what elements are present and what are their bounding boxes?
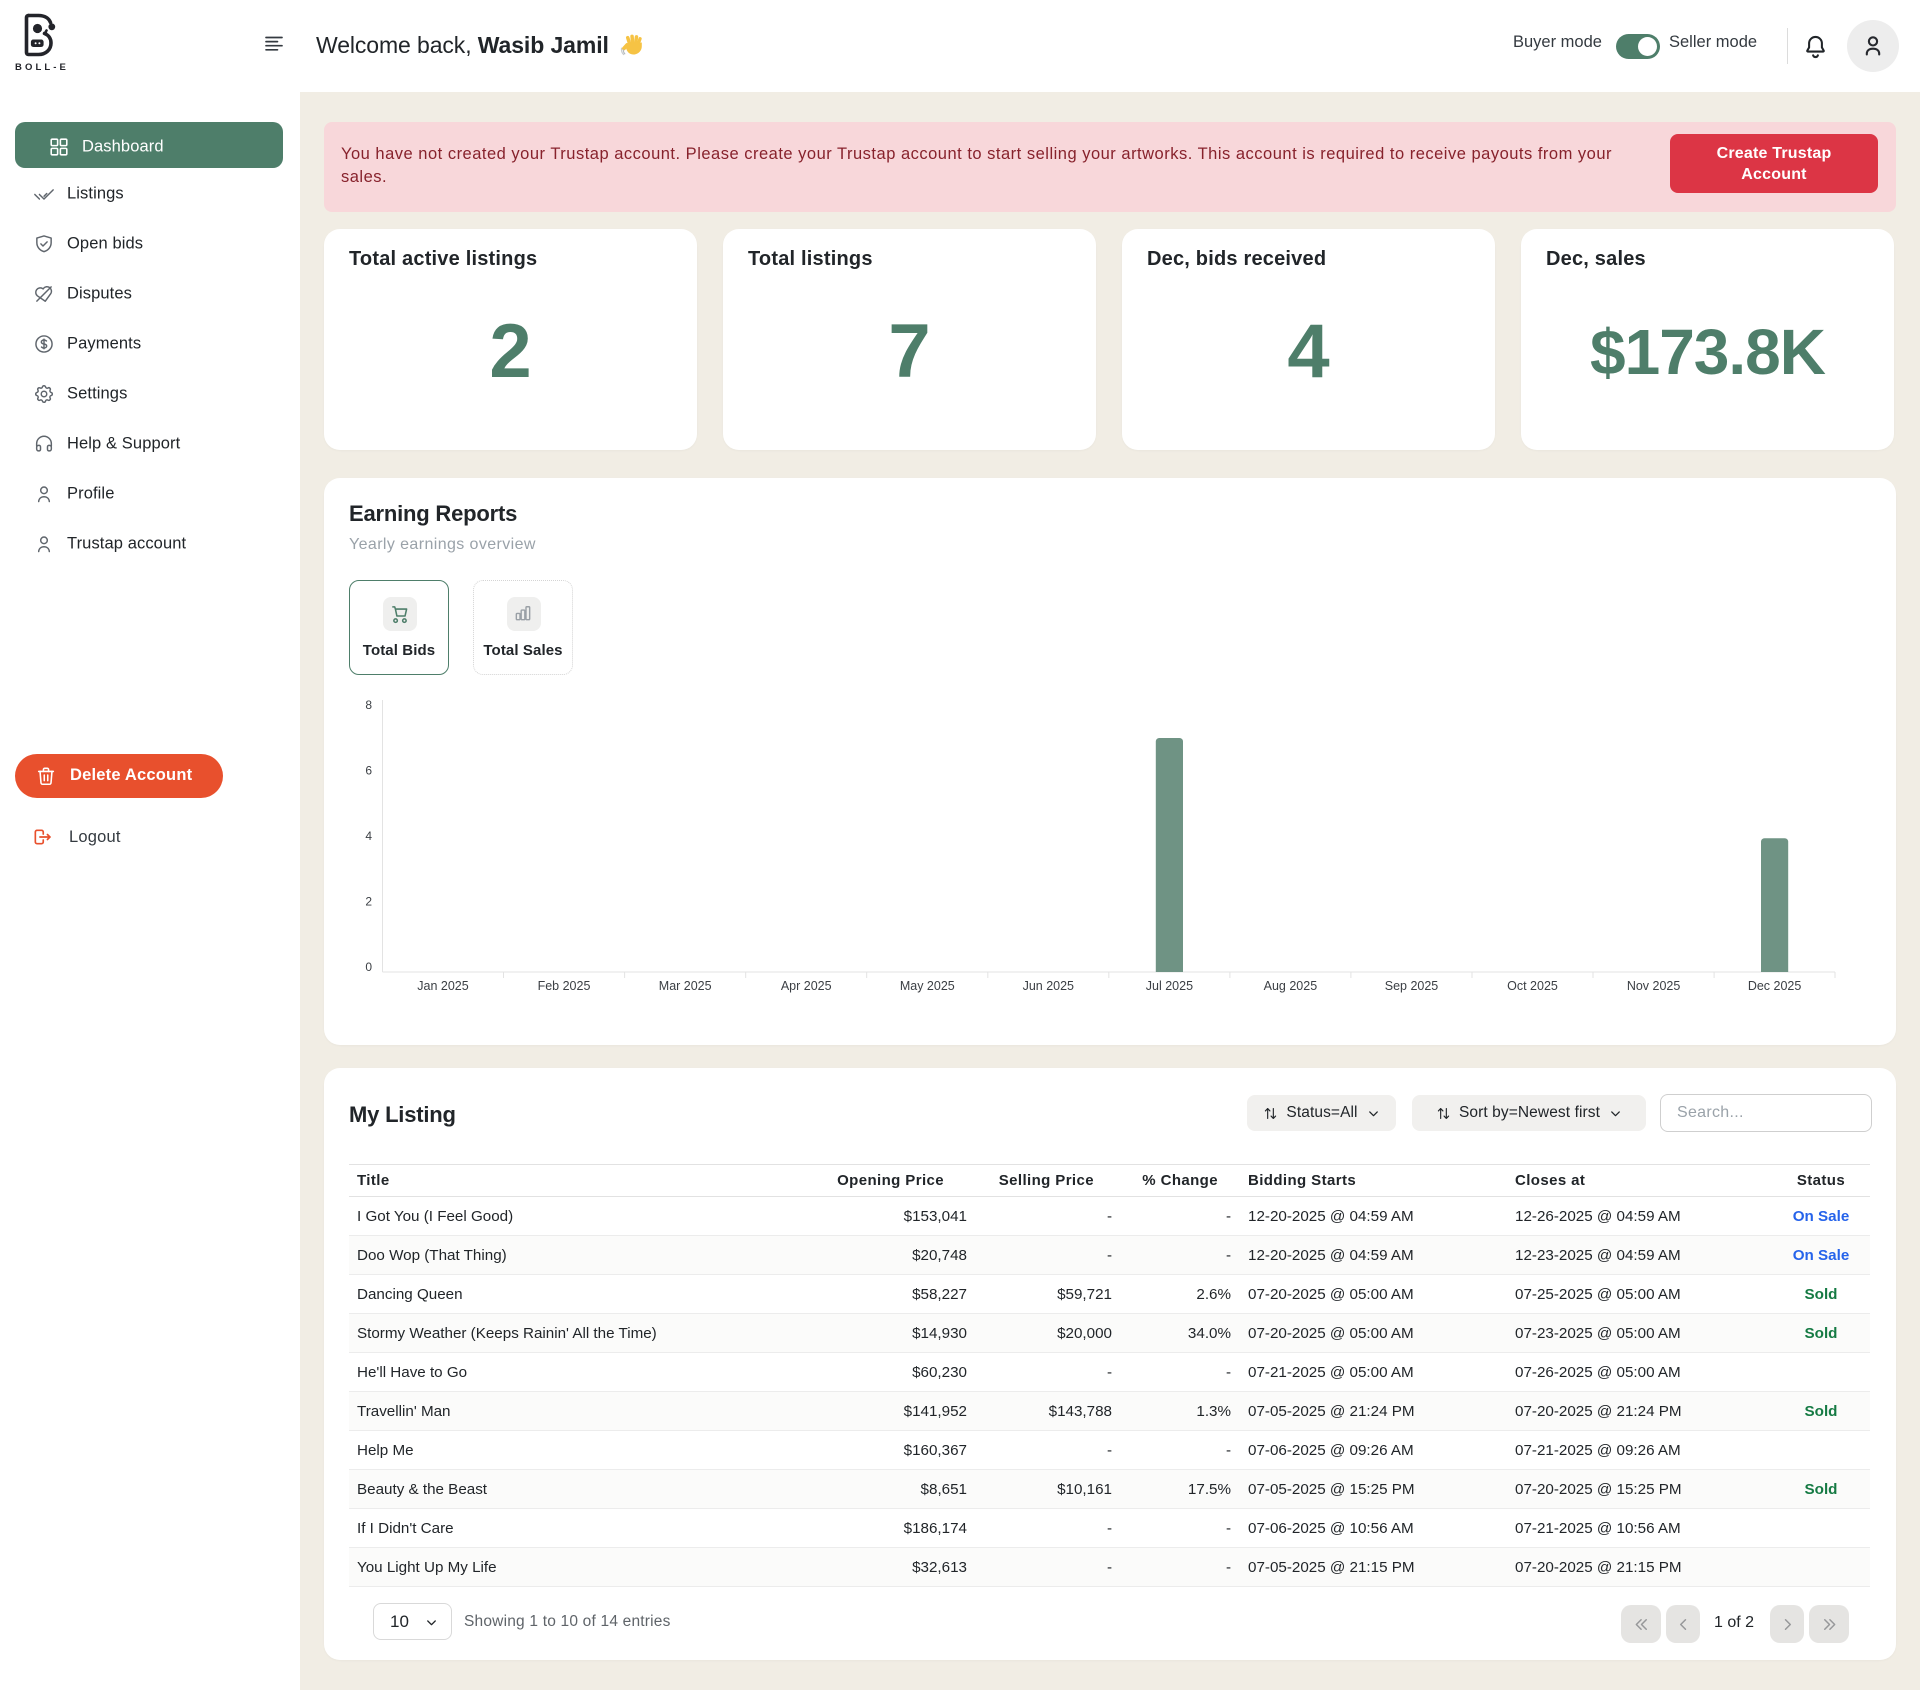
svg-text:Sep 2025: Sep 2025 [1385, 979, 1439, 993]
svg-text:Jun 2025: Jun 2025 [1023, 979, 1074, 993]
svg-text:8: 8 [365, 698, 372, 712]
svg-text:Jul 2025: Jul 2025 [1146, 979, 1193, 993]
svg-text:Apr 2025: Apr 2025 [781, 979, 832, 993]
svg-text:Mar 2025: Mar 2025 [659, 979, 712, 993]
svg-text:Aug 2025: Aug 2025 [1264, 979, 1318, 993]
svg-text:Jan 2025: Jan 2025 [417, 979, 468, 993]
svg-text:Feb 2025: Feb 2025 [538, 979, 591, 993]
svg-text:2: 2 [365, 895, 372, 909]
svg-text:6: 6 [365, 764, 372, 778]
svg-text:0: 0 [365, 960, 372, 974]
svg-text:4: 4 [365, 829, 372, 843]
svg-text:Oct 2025: Oct 2025 [1507, 979, 1558, 993]
svg-text:May 2025: May 2025 [900, 979, 955, 993]
svg-text:Dec 2025: Dec 2025 [1748, 979, 1802, 993]
svg-text:Nov 2025: Nov 2025 [1627, 979, 1681, 993]
